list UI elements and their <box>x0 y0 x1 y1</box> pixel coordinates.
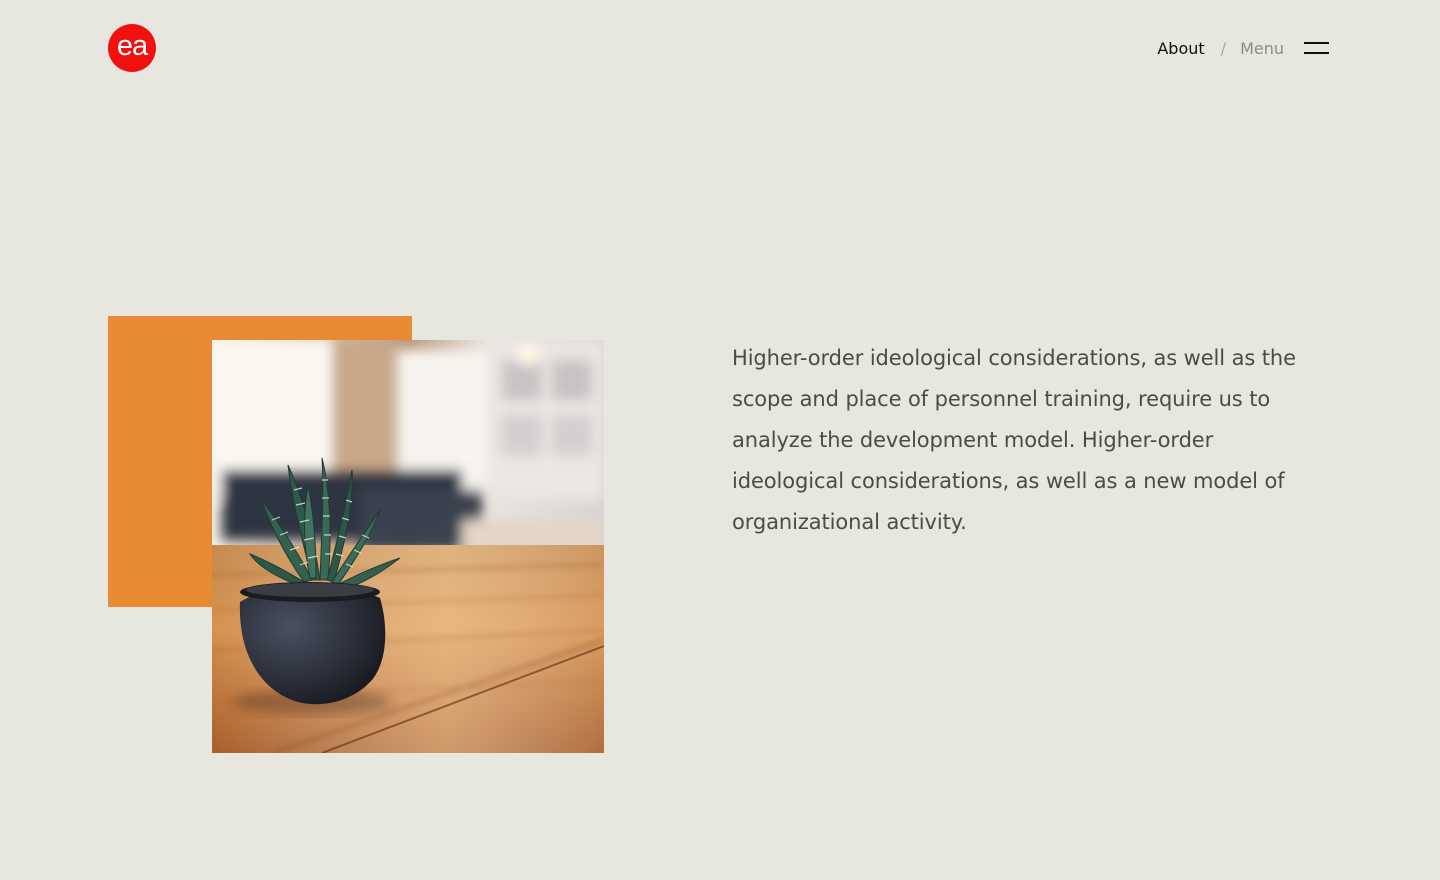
nav-separator: / <box>1220 38 1227 58</box>
hero-paragraph: Higher-order ideological considerations,… <box>732 346 1296 534</box>
brand-logo[interactable]: ea <box>108 24 156 72</box>
nav-about-link[interactable]: About <box>1157 39 1204 58</box>
hamburger-bar-bottom <box>1304 52 1329 54</box>
top-nav: About / Menu <box>1157 36 1329 60</box>
succulent-photo <box>212 340 604 753</box>
hamburger-bar-top <box>1304 42 1329 44</box>
brand-logo-text: ea <box>116 30 148 62</box>
nav-menu-link[interactable]: Menu <box>1240 39 1284 58</box>
hamburger-icon[interactable] <box>1304 42 1329 54</box>
